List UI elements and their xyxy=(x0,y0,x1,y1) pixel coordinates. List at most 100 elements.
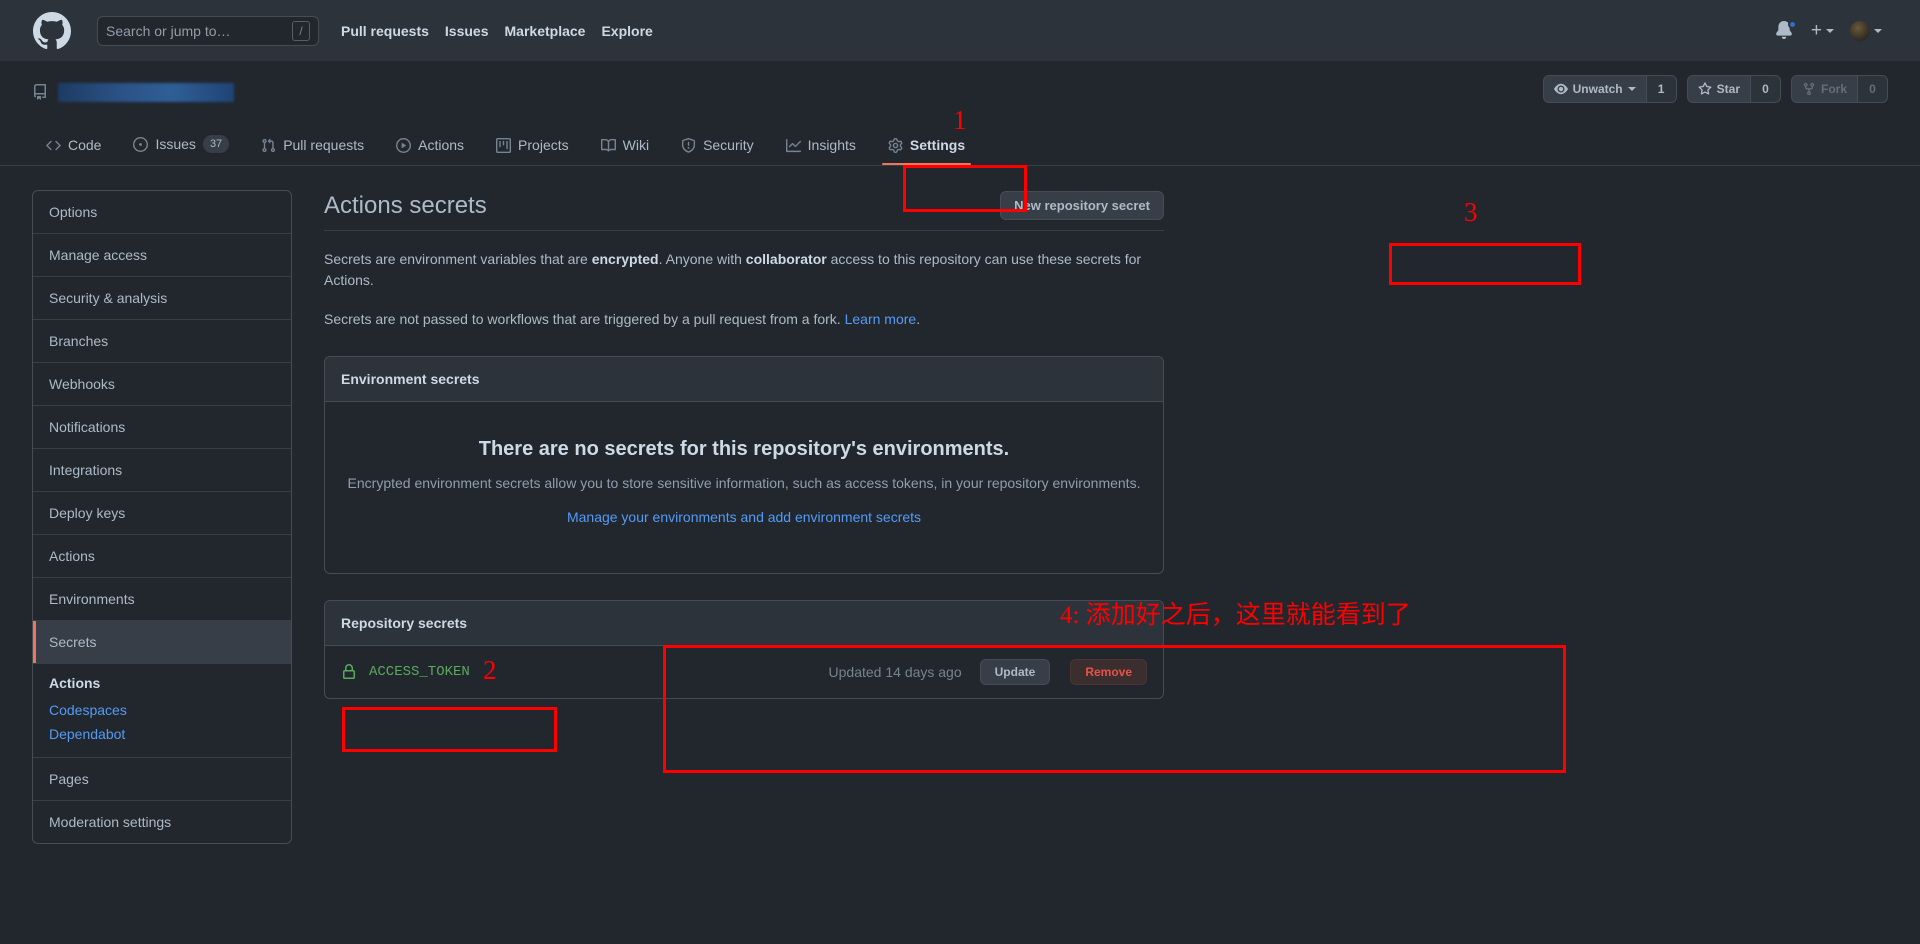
desc-text-c: . Anyone with xyxy=(658,251,746,268)
issue-opened-icon xyxy=(133,136,149,152)
star-button-group[interactable]: Star 0 xyxy=(1686,75,1781,103)
star-icon xyxy=(1698,82,1712,95)
fork-button[interactable]: Fork xyxy=(1792,76,1857,102)
desc-text-a: Secrets are environment variables that a… xyxy=(324,251,592,268)
issues-counter: 37 xyxy=(202,135,230,153)
repo-tab-code[interactable]: Code xyxy=(32,129,115,165)
unwatch-button[interactable]: Unwatch xyxy=(1544,76,1646,102)
repo-name-redacted[interactable] xyxy=(58,82,234,102)
lock-icon xyxy=(341,664,357,680)
watch-button-group[interactable]: Unwatch 1 xyxy=(1542,75,1677,103)
fork-icon xyxy=(1803,82,1815,96)
repo-tab-settings[interactable]: Settings xyxy=(874,129,979,165)
secrets-description-line-2: Secrets are not passed to workflows that… xyxy=(324,309,1164,330)
watch-count: 1 xyxy=(1645,76,1676,102)
main-header: Actions secrets New repository secret xyxy=(324,190,1164,232)
repo-tab-label: Settings xyxy=(909,137,966,153)
repo-tab-label: Insights xyxy=(807,137,856,153)
sidebar-item-notifications[interactable]: Notifications xyxy=(33,406,291,449)
sidebar-item-branches[interactable]: Branches xyxy=(33,320,291,363)
repo-tab-label: Security xyxy=(703,137,754,153)
sidebar-item-integrations[interactable]: Integrations xyxy=(33,449,291,492)
sidebar-item-webhooks[interactable]: Webhooks xyxy=(33,363,291,406)
star-button[interactable]: Star xyxy=(1688,76,1750,102)
repo-tab-pull-requests[interactable]: Pull requests xyxy=(247,129,378,165)
account-menu-button[interactable] xyxy=(1850,20,1882,41)
unwatch-label: Unwatch xyxy=(1572,82,1623,96)
plus-icon: + xyxy=(1810,20,1822,41)
update-secret-button[interactable]: Update xyxy=(979,659,1051,686)
repository-secrets-box: Repository secrets ACCESS_TOKEN Updated … xyxy=(324,600,1164,700)
global-header-right: + xyxy=(1775,19,1900,41)
repo-tabs: Code Issues 37 Pull requests Actions Pro… xyxy=(32,127,1888,165)
environment-secrets-empty-title: There are no secrets for this repository… xyxy=(478,438,1010,461)
sidebar-item-options[interactable]: Options xyxy=(33,191,291,234)
new-repository-secret-button[interactable]: New repository secret xyxy=(1000,191,1164,221)
environment-secrets-empty-state: There are no secrets for this repository… xyxy=(325,402,1163,573)
desc2-text-a: Secrets are not passed to workflows that… xyxy=(324,311,845,328)
sidebar-item-secrets[interactable]: Secrets xyxy=(33,621,291,664)
repo-actions: Unwatch 1 Star 0 Fork 0 xyxy=(1542,75,1888,103)
play-icon xyxy=(396,137,412,153)
bell-icon[interactable] xyxy=(1775,19,1797,41)
manage-environments-link[interactable]: Manage your environments and add environ… xyxy=(567,509,921,525)
global-nav-explore[interactable]: Explore xyxy=(601,23,652,39)
search-placeholder: Search or jump to… xyxy=(106,22,231,39)
project-icon xyxy=(496,137,512,153)
repo-tab-projects[interactable]: Projects xyxy=(482,129,583,165)
sidebar-subgroup-title: Actions xyxy=(49,675,101,691)
notification-dot xyxy=(1787,19,1797,29)
secrets-description-line-1: Secrets are environment variables that a… xyxy=(324,249,1164,291)
gear-icon xyxy=(888,137,903,153)
environment-secrets-empty-subtitle: Encrypted environment secrets allow you … xyxy=(347,475,1141,492)
sidebar-item-environments[interactable]: Environments xyxy=(33,578,291,621)
repo-tab-label: Issues xyxy=(155,136,196,152)
sidebar-subitem-codespaces[interactable]: Codespaces xyxy=(49,698,291,722)
repo-tab-label: Projects xyxy=(518,137,569,153)
star-label: Star xyxy=(1716,82,1740,96)
page-title: Actions secrets xyxy=(324,192,487,219)
sidebar-item-moderation-settings[interactable]: Moderation settings xyxy=(33,801,291,843)
repo-tab-security[interactable]: Security xyxy=(667,129,768,165)
repo-tab-wiki[interactable]: Wiki xyxy=(587,129,663,165)
sidebar-item-pages[interactable]: Pages xyxy=(33,758,291,801)
repo-tab-issues[interactable]: Issues 37 xyxy=(119,127,243,165)
repository-icon xyxy=(32,84,48,100)
settings-sidebar: Options Manage access Security & analysi… xyxy=(32,190,292,844)
shield-icon xyxy=(682,137,696,153)
fork-button-group[interactable]: Fork 0 xyxy=(1790,75,1888,103)
desc2-text-b: . xyxy=(916,311,921,328)
page-body: Options Manage access Security & analysi… xyxy=(0,166,1920,844)
global-nav-pull-requests[interactable]: Pull requests xyxy=(341,23,429,39)
remove-secret-button[interactable]: Remove xyxy=(1070,659,1147,686)
search-shortcut-key: / xyxy=(292,20,310,41)
sidebar-item-security-analysis[interactable]: Security & analysis xyxy=(33,277,291,320)
search-input[interactable]: Search or jump to… / xyxy=(97,15,319,46)
star-count: 0 xyxy=(1749,76,1780,102)
create-new-button[interactable]: + xyxy=(1811,21,1834,40)
repo-tab-label: Code xyxy=(68,137,102,153)
book-icon xyxy=(600,138,616,152)
eye-icon xyxy=(1553,83,1568,95)
learn-more-link[interactable]: Learn more xyxy=(845,311,917,327)
sidebar-secrets-subgroup: Actions Codespaces Dependabot xyxy=(33,664,291,758)
sidebar-item-manage-access[interactable]: Manage access xyxy=(33,234,291,277)
repository-secrets-header: Repository secrets xyxy=(325,601,1163,647)
desc-bold-collaborator: collaborator xyxy=(745,251,827,268)
table-row: ACCESS_TOKEN Updated 14 days ago Update … xyxy=(325,646,1163,698)
global-nav-marketplace[interactable]: Marketplace xyxy=(505,23,586,39)
fork-count: 0 xyxy=(1857,76,1887,102)
repo-tab-label: Actions xyxy=(418,137,465,153)
sidebar-item-deploy-keys[interactable]: Deploy keys xyxy=(33,492,291,535)
repo-tab-insights[interactable]: Insights xyxy=(772,129,870,165)
global-header: Search or jump to… / Pull requests Issue… xyxy=(0,0,1920,61)
environment-secrets-box: Environment secrets There are no secrets… xyxy=(324,356,1164,575)
secret-updated-timestamp: Updated 14 days ago xyxy=(828,664,962,681)
sidebar-item-actions[interactable]: Actions xyxy=(33,535,291,578)
github-mark-icon[interactable] xyxy=(33,11,71,50)
global-nav-issues[interactable]: Issues xyxy=(445,23,489,39)
repo-tab-actions[interactable]: Actions xyxy=(382,129,478,165)
sidebar-subitem-dependabot[interactable]: Dependabot xyxy=(49,722,291,746)
desc-bold-encrypted: encrypted xyxy=(591,251,659,268)
graph-icon xyxy=(785,138,801,152)
